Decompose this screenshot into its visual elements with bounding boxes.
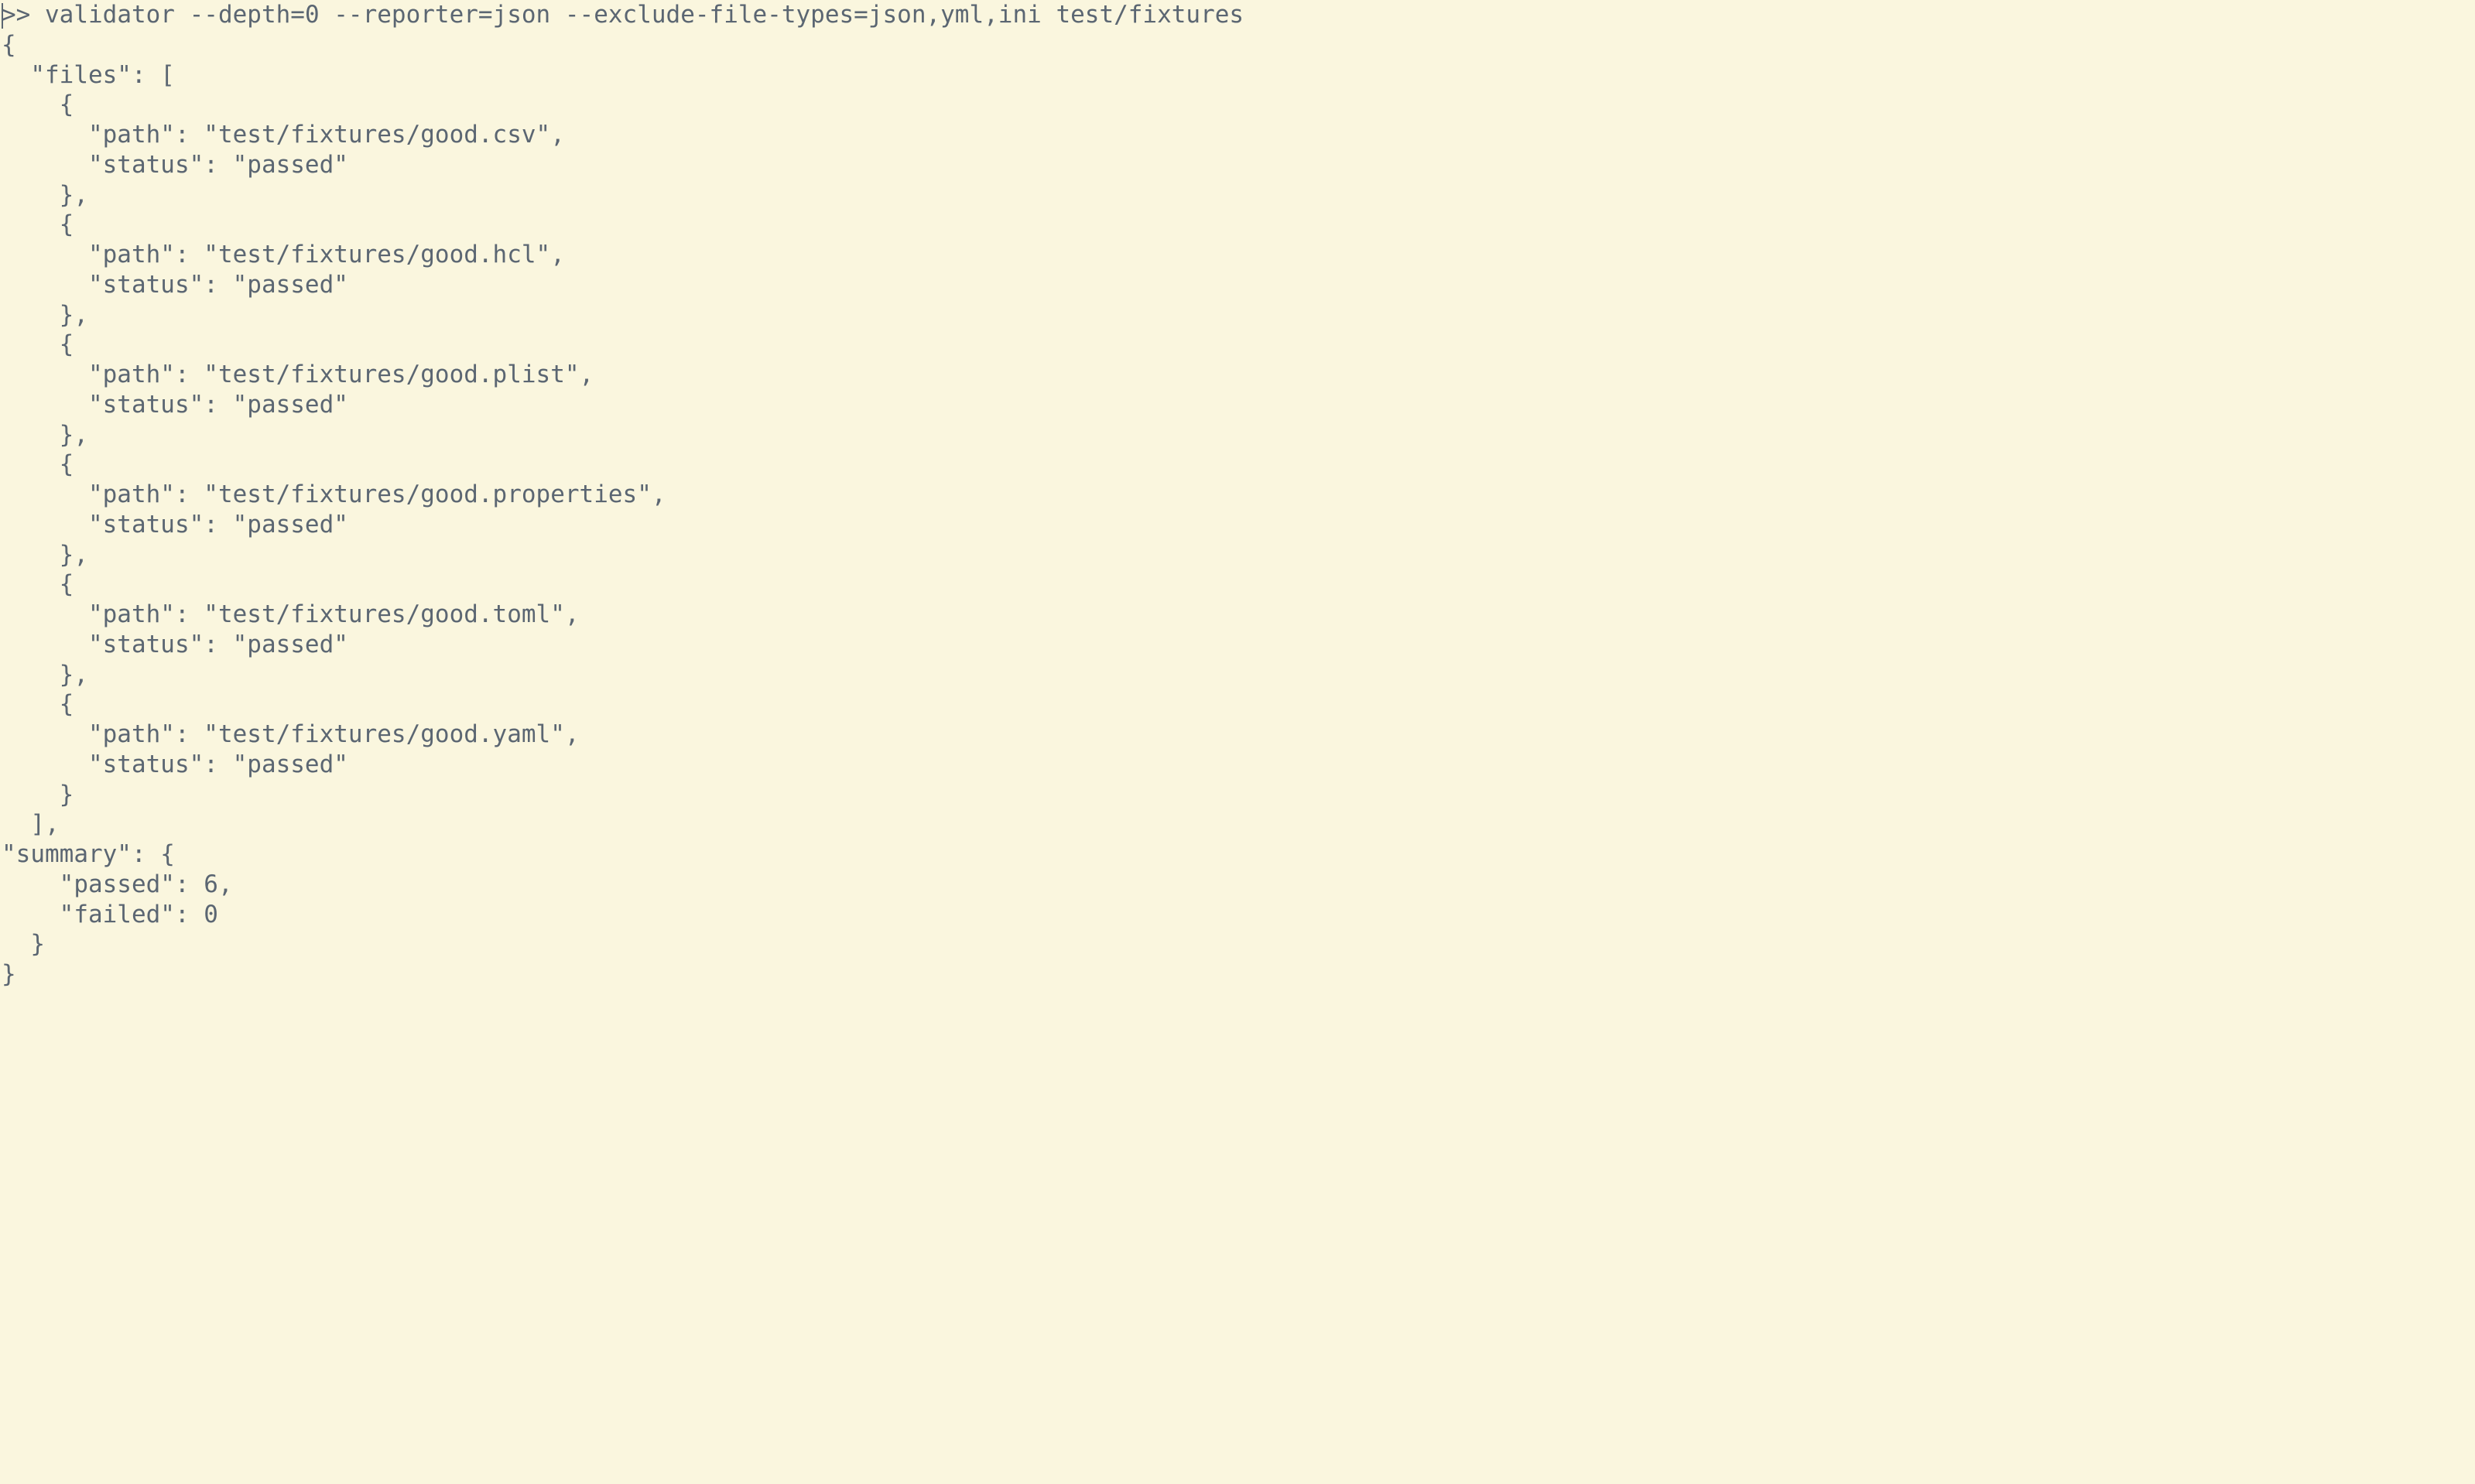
shell-command: validator --depth=0 --reporter=json --ex… (45, 1, 1244, 29)
shell-prompt: >> (2, 1, 30, 29)
json-output: { "files": [ { "path": "test/fixtures/go… (2, 31, 666, 988)
terminal-output[interactable]: >> validator --depth=0 --reporter=json -… (0, 0, 2475, 990)
